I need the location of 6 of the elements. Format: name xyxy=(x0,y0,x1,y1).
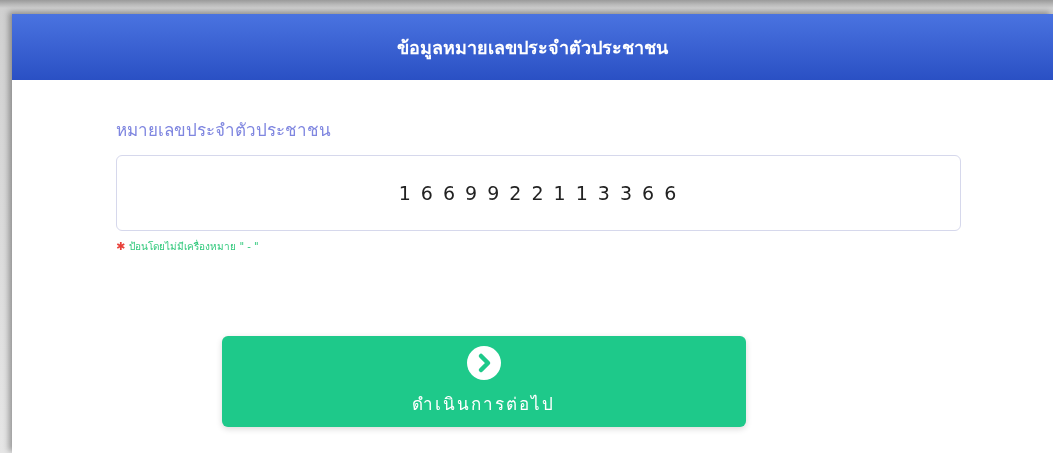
id-input-field[interactable]: 1 6 6 9 9 2 2 1 1 3 3 6 6 xyxy=(116,155,961,231)
asterisk-icon: ✱ xyxy=(116,240,126,253)
field-label: หมายเลขประจำตัวประชาชน xyxy=(116,119,332,142)
chevron-right-icon xyxy=(466,346,501,380)
window-title: ข้อมูลหมายเลขประจำตัวประชาชน xyxy=(12,14,1053,80)
hint-text: ป้อนโดยไม่มีเครื่องหมาย " - " xyxy=(129,239,259,254)
